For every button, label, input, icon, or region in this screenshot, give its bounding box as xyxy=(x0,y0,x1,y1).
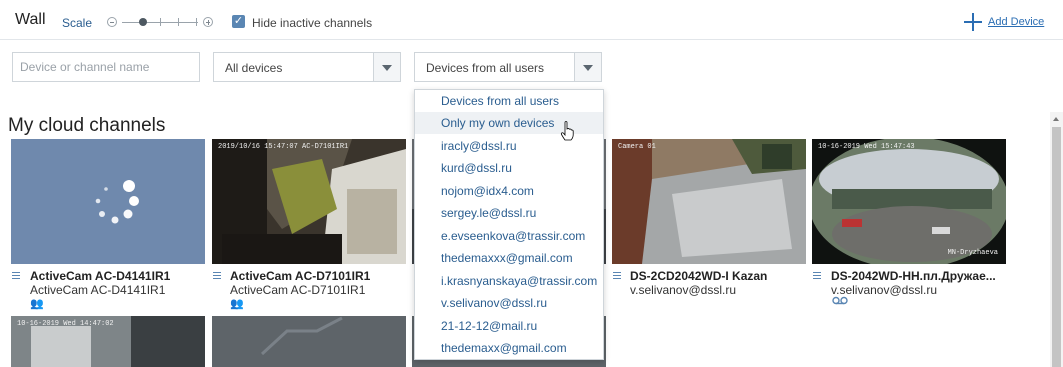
hide-inactive-label[interactable]: Hide inactive channels xyxy=(252,16,372,30)
menu-icon[interactable] xyxy=(813,272,821,280)
dropdown-option[interactable]: Devices from all users xyxy=(415,90,603,112)
menu-icon[interactable] xyxy=(213,272,221,280)
camera-timestamp: 2019/10/16 15:47:07 AC-D7101IR1 xyxy=(218,143,349,151)
camera-tile[interactable] xyxy=(11,139,205,264)
camera-snapshot xyxy=(812,139,1006,264)
camera-tile[interactable] xyxy=(212,316,406,367)
camera-timestamp: 10-16-2019 Wed 14:47:02 xyxy=(17,320,114,328)
camera-tile[interactable]: Camera 01 xyxy=(612,139,806,264)
scale-tick xyxy=(178,18,179,26)
record-icon xyxy=(832,296,848,308)
dropdown-option[interactable]: e.evseenkova@trassir.com xyxy=(415,225,603,247)
device-filter-value: All devices xyxy=(225,61,283,75)
camera-owner: v.selivanov@dssl.ru xyxy=(831,283,937,297)
camera-placeholder-icon xyxy=(212,316,406,367)
camera-snapshot xyxy=(212,139,406,264)
chevron-down-icon[interactable] xyxy=(574,53,601,81)
camera-name[interactable]: DS-2042WD-HH.пл.Дружае... xyxy=(831,269,996,283)
hand-cursor-icon xyxy=(560,121,574,141)
camera-owner: ActiveCam AC-D4141IR1 xyxy=(30,283,166,297)
dropdown-option[interactable]: Only my own devices xyxy=(415,112,603,134)
dropdown-option[interactable]: kurd@dssl.ru xyxy=(415,157,603,179)
dropdown-option[interactable]: thedemaxx@gmail.com xyxy=(415,337,603,359)
dropdown-option[interactable]: i.krasnyanskaya@trassir.com xyxy=(415,270,603,292)
search-input[interactable] xyxy=(12,52,200,82)
scale-slider-handle[interactable] xyxy=(139,18,147,26)
scale-tick xyxy=(196,18,197,26)
shared-users-icon: 👥 xyxy=(30,298,44,310)
user-filter-dropdown[interactable]: Devices from all users Only my own devic… xyxy=(414,89,604,360)
camera-timestamp: 10-16-2019 Wed 15:47:43 xyxy=(818,143,915,151)
dropdown-option[interactable]: nojom@idx4.com xyxy=(415,180,603,202)
user-filter-value: Devices from all users xyxy=(426,61,545,75)
device-filter-select[interactable]: All devices xyxy=(213,52,401,82)
dropdown-option[interactable]: v.selivanov@dssl.ru xyxy=(415,292,603,314)
scale-label: Scale xyxy=(62,16,93,30)
camera-tile[interactable]: 10-16-2019 Wed 14:47:02 xyxy=(11,316,205,367)
chevron-down-icon[interactable] xyxy=(373,53,400,81)
camera-name[interactable]: DS-2CD2042WD-I Kazan xyxy=(630,269,767,283)
camera-owner: ActiveCam AC-D7101IR1 xyxy=(230,283,366,297)
add-device-link[interactable]: Add Device xyxy=(988,16,1044,28)
dropdown-option[interactable]: thedemaxxx@gmail.com xyxy=(415,247,603,269)
page-title: Wall xyxy=(15,11,46,28)
dropdown-option[interactable]: sergey.le@dssl.ru xyxy=(415,202,603,224)
dropdown-option[interactable]: iracly@dssl.ru xyxy=(415,135,603,157)
top-bar: Wall Scale ✓ Hide inactive channels Add … xyxy=(0,0,1063,40)
vertical-scrollbar[interactable] xyxy=(1050,112,1063,367)
scrollbar-thumb[interactable] xyxy=(1052,127,1061,367)
menu-icon[interactable] xyxy=(12,272,20,280)
zoom-in-icon[interactable] xyxy=(203,17,213,27)
zoom-out-icon[interactable] xyxy=(107,17,117,27)
camera-tile[interactable]: 2019/10/16 15:47:07 AC-D7101IR1 xyxy=(212,139,406,264)
dropdown-option[interactable]: 21-12-12@mail.ru xyxy=(415,315,603,337)
camera-overlay-label: MN-Dryzhaeva xyxy=(947,249,998,257)
camera-snapshot xyxy=(612,139,806,264)
loading-spinner-icon xyxy=(95,180,139,224)
scroll-up-icon[interactable] xyxy=(1050,112,1063,124)
camera-tile[interactable]: 10-16-2019 Wed 15:47:43 MN-Dryzhaeva xyxy=(812,139,1006,264)
camera-name[interactable]: ActiveCam AC-D4141IR1 xyxy=(30,269,170,283)
camera-name[interactable]: ActiveCam AC-D7101IR1 xyxy=(230,269,370,283)
hide-inactive-checkbox[interactable]: ✓ xyxy=(232,15,245,28)
add-icon[interactable] xyxy=(964,13,982,31)
camera-owner: v.selivanov@dssl.ru xyxy=(630,283,736,297)
user-filter-select[interactable]: Devices from all users xyxy=(414,52,602,82)
menu-icon[interactable] xyxy=(613,272,621,280)
scale-tick xyxy=(160,18,161,26)
section-title: My cloud channels xyxy=(8,115,166,136)
shared-users-icon: 👥 xyxy=(230,298,244,310)
camera-timestamp: Camera 01 xyxy=(618,143,656,151)
